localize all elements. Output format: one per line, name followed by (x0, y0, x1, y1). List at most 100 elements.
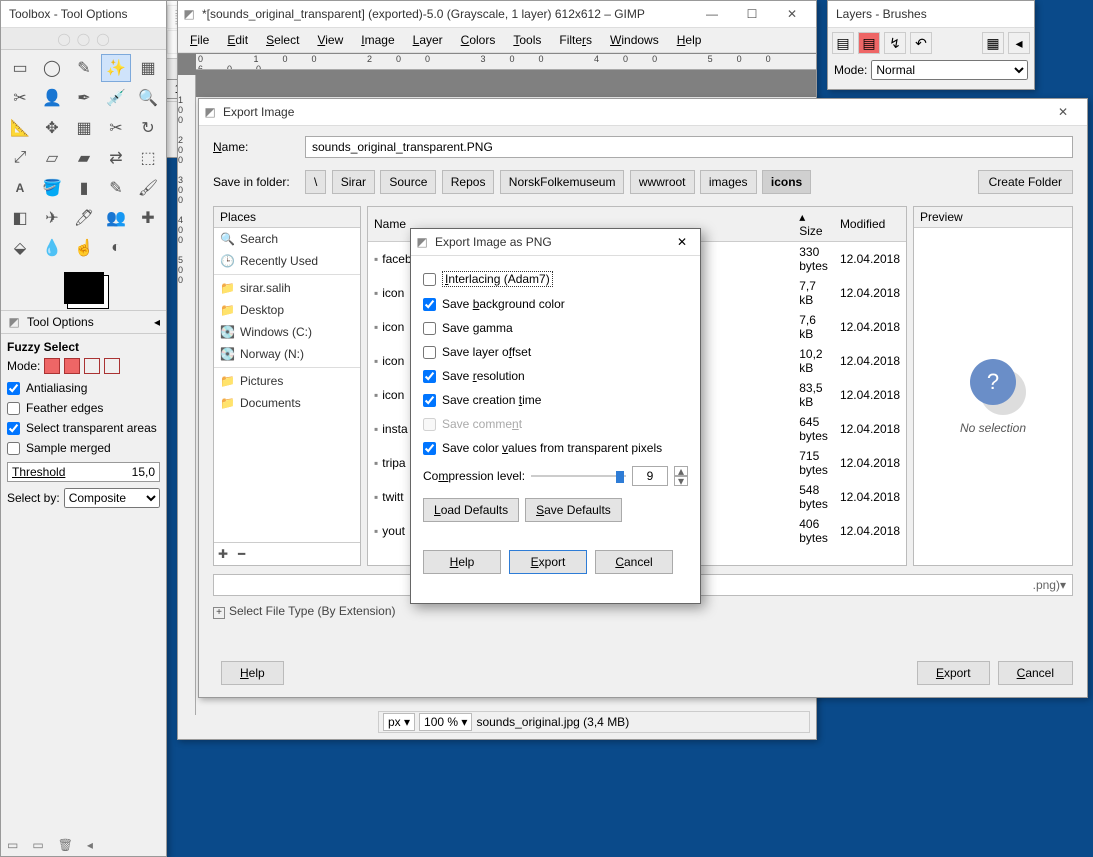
compression-slider[interactable] (531, 469, 626, 483)
menu-file[interactable]: File (182, 30, 217, 50)
menu-help[interactable]: Help (669, 30, 710, 50)
tool-crop[interactable]: ✂ (101, 114, 131, 142)
footer-icon-1[interactable]: ▭ (7, 838, 18, 852)
menu-view[interactable]: View (309, 30, 351, 50)
places-documents[interactable]: 📁Documents (214, 392, 360, 414)
tab-paths-icon[interactable]: ↯ (884, 32, 906, 54)
tool-align[interactable]: ▦ (69, 114, 99, 142)
load-defaults-button[interactable]: Load Defaults (423, 498, 519, 522)
tool-zoom[interactable]: 🔍 (133, 84, 163, 112)
tool-blend[interactable]: ▮ (69, 174, 99, 202)
tool-free-select[interactable]: ✎ (69, 54, 99, 82)
save-gamma-checkbox[interactable]: Save gamma (423, 316, 688, 340)
places-desktop[interactable]: 📁Desktop (214, 299, 360, 321)
places-add-remove[interactable]: ✚ ━ (214, 542, 360, 565)
png-close-button[interactable]: ✕ (668, 235, 696, 249)
tool-ink[interactable]: 🖊 (69, 204, 99, 232)
tool-smudge[interactable]: ☝ (69, 234, 99, 262)
threshold-input[interactable]: Threshold 15,0 (7, 462, 160, 482)
select-file-type[interactable]: +Select File Type (By Extension) (213, 604, 1073, 619)
tool-measure[interactable]: 📐 (5, 114, 35, 142)
canvas[interactable]: 0 100 200 300 400 500 600 (178, 53, 816, 97)
status-zoom[interactable]: 100 % ▾ (419, 713, 472, 731)
tool-dodge[interactable]: ◐ (101, 234, 131, 262)
tool-cage[interactable]: ⬚ (133, 144, 163, 172)
tool-clone[interactable]: 👥 (101, 204, 131, 232)
export-button[interactable]: Export (917, 661, 990, 685)
export-titlebar[interactable]: ◩ Export Image ✕ (199, 99, 1087, 126)
path-seg-6[interactable]: images (700, 170, 757, 194)
select-transparent-checkbox[interactable]: Select transparent areas (7, 418, 160, 438)
dock-handle-icon[interactable]: ◩ (7, 315, 21, 329)
tool-scale[interactable]: ⤢ (5, 144, 35, 172)
col-size[interactable]: ▴ Size (793, 207, 834, 242)
png-cancel-button[interactable]: Cancel (595, 550, 673, 574)
save-defaults-button[interactable]: Save Defaults (525, 498, 622, 522)
tool-rotate[interactable]: ↻ (133, 114, 163, 142)
mode-replace-icon[interactable] (44, 358, 60, 374)
mode-subtract-icon[interactable] (84, 358, 100, 374)
places-recent[interactable]: 🕒Recently Used (214, 250, 360, 272)
tool-airbrush[interactable]: ✈ (37, 204, 67, 232)
footer-icon-2[interactable]: ▭ (32, 838, 43, 852)
tool-text[interactable]: A (5, 174, 35, 202)
save-creation-checkbox[interactable]: Save creation time (423, 388, 688, 412)
feather-checkbox[interactable]: Feather edges (7, 398, 160, 418)
places-norway-n[interactable]: 💽Norway (N:) (214, 343, 360, 365)
save-layer-offset-checkbox[interactable]: Save layer offset (423, 340, 688, 364)
maximize-button[interactable]: ☐ (732, 1, 772, 27)
menu-filters[interactable]: Filters (551, 30, 600, 50)
tool-perspective-clone[interactable]: ⬙ (5, 234, 35, 262)
status-unit[interactable]: px ▾ (383, 713, 415, 731)
cancel-button[interactable]: Cancel (998, 661, 1073, 685)
path-seg-3[interactable]: Repos (442, 170, 495, 194)
fg-bg-colors[interactable] (1, 266, 166, 310)
tool-move[interactable]: ✥ (37, 114, 67, 142)
tab-config-icon[interactable]: ▦ (982, 32, 1004, 54)
col-modified[interactable]: Modified (834, 207, 906, 242)
tool-perspective[interactable]: ▰ (69, 144, 99, 172)
help-button[interactable]: Help (221, 661, 284, 685)
path-seg-5[interactable]: wwwroot (630, 170, 695, 194)
tool-fuzzy-select[interactable]: ✨ (101, 54, 131, 82)
menu-windows[interactable]: Windows (602, 30, 667, 50)
path-seg-2[interactable]: Source (380, 170, 436, 194)
sample-merged-checkbox[interactable]: Sample merged (7, 438, 160, 458)
tool-heal[interactable]: ✚ (133, 204, 163, 232)
save-bg-checkbox[interactable]: Save background color (423, 292, 688, 316)
places-search[interactable]: 🔍Search (214, 228, 360, 250)
tool-options-header[interactable]: ◩ Tool Options ◂ (1, 310, 166, 334)
menu-tools[interactable]: Tools (505, 30, 549, 50)
tool-blur[interactable]: 💧 (37, 234, 67, 262)
layers-titlebar[interactable]: Layers - Brushes (828, 1, 1034, 28)
tool-flip[interactable]: ⇄ (101, 144, 131, 172)
tab-menu-icon[interactable]: ◂ (1008, 32, 1030, 54)
compression-spinner[interactable]: ▴▾ (674, 466, 688, 486)
menu-image[interactable]: Image (353, 30, 402, 50)
footer-trash-icon[interactable]: 🗑 (58, 838, 73, 852)
tool-by-color[interactable]: ▦ (133, 54, 163, 82)
tool-ellipse-select[interactable]: ◯ (37, 54, 67, 82)
footer-reset-icon[interactable]: ◂ (87, 838, 93, 852)
compression-value-input[interactable] (632, 466, 668, 486)
export-close-button[interactable]: ✕ (1043, 99, 1083, 125)
path-seg-4[interactable]: NorskFolkemuseum (500, 170, 625, 194)
tool-shear[interactable]: ▱ (37, 144, 67, 172)
path-seg-root[interactable]: \ (305, 170, 326, 194)
png-export-button[interactable]: Export (509, 550, 587, 574)
minimize-button[interactable]: — (692, 1, 732, 27)
tool-scissors[interactable]: ✂ (5, 84, 35, 112)
tool-pencil[interactable]: ✎ (101, 174, 131, 202)
interlacing-checkbox[interactable]: Interlacing (Adam7) (423, 266, 688, 292)
menu-layer[interactable]: Layer (405, 30, 451, 50)
gimp-titlebar[interactable]: ◩ *[sounds_original_transparent] (export… (178, 1, 816, 28)
places-home[interactable]: 📁sirar.salih (214, 277, 360, 299)
menu-edit[interactable]: Edit (219, 30, 256, 50)
tool-paths[interactable]: ✒ (69, 84, 99, 112)
path-seg-1[interactable]: Sirar (332, 170, 375, 194)
toolbox-titlebar[interactable]: Toolbox - Tool Options (1, 1, 166, 28)
save-color-values-checkbox[interactable]: Save color values from transparent pixel… (423, 436, 688, 460)
png-titlebar[interactable]: ◩ Export Image as PNG ✕ (411, 229, 700, 256)
blend-mode-dropdown[interactable]: Normal (871, 60, 1028, 80)
tab-channels-icon[interactable]: ▤ (858, 32, 880, 54)
